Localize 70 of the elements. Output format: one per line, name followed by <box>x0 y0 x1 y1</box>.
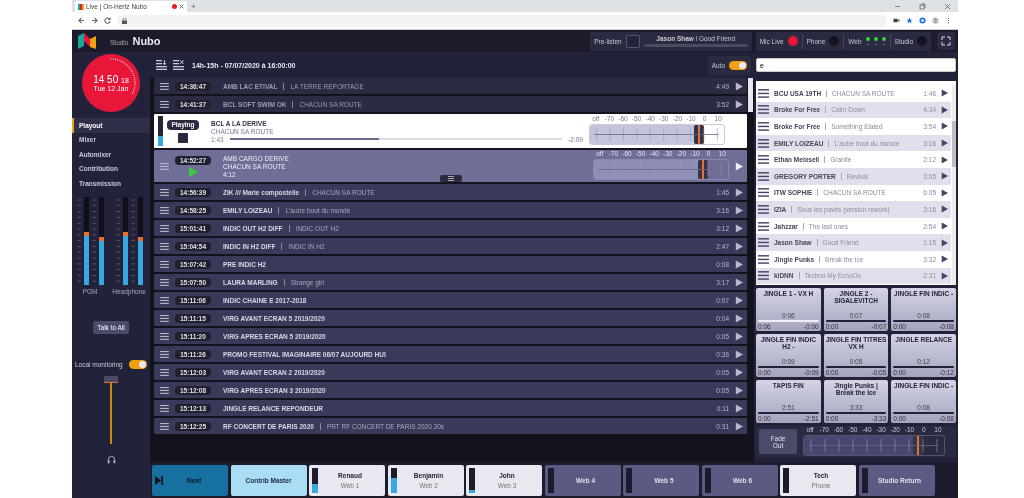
menu-icon <box>447 176 454 181</box>
add-to-playlist-icon[interactable] <box>156 60 167 70</box>
drag-handle-icon[interactable] <box>160 404 169 412</box>
camera-icon[interactable] <box>893 17 900 24</box>
new-tab-button[interactable]: + <box>191 2 196 12</box>
meter-scale-icon <box>76 196 83 285</box>
reload-icon[interactable] <box>104 17 111 24</box>
drag-handle-icon[interactable] <box>160 368 169 376</box>
drag-handle-icon[interactable] <box>160 224 169 232</box>
close-icon[interactable] <box>179 4 184 9</box>
address-field[interactable] <box>117 14 887 27</box>
drag-handle-icon[interactable] <box>758 221 769 231</box>
drag-handle-icon[interactable] <box>758 88 769 98</box>
meter-scale-icon <box>91 196 98 285</box>
drag-handle-icon[interactable] <box>758 138 769 148</box>
drag-handle-icon[interactable] <box>160 350 169 358</box>
drag-handle-icon[interactable] <box>758 122 769 131</box>
drag-handle-icon[interactable] <box>160 188 169 196</box>
app-name: Nubo <box>132 35 161 47</box>
drag-handle-icon[interactable] <box>160 422 169 430</box>
fullscreen-icon[interactable] <box>937 32 955 50</box>
level-meter <box>626 467 632 493</box>
headphones-icon <box>106 454 116 464</box>
drag-handle-icon[interactable] <box>758 171 769 181</box>
meter-scale-icon <box>130 196 137 285</box>
drag-handle-icon[interactable] <box>160 386 169 394</box>
level-meter <box>704 467 711 493</box>
drag-handle-icon[interactable] <box>758 105 769 115</box>
extension-icon[interactable] <box>919 17 926 24</box>
drag-handle-icon[interactable] <box>160 332 169 340</box>
drag-handle-icon[interactable] <box>758 188 769 198</box>
clear-playlist-icon[interactable] <box>173 60 184 70</box>
drag-handle-icon[interactable] <box>160 260 169 268</box>
minimize-icon[interactable] <box>894 3 901 10</box>
drag-handle-icon[interactable] <box>160 278 169 286</box>
avatar-icon[interactable] <box>932 17 939 24</box>
level-meter <box>547 467 554 493</box>
drag-handle-icon[interactable] <box>758 204 769 214</box>
drag-handle-icon[interactable] <box>758 238 769 248</box>
drag-handle-icon[interactable] <box>758 155 769 165</box>
meter-scale-icon <box>115 196 122 285</box>
drag-handle-icon[interactable] <box>160 162 169 170</box>
scrollbar[interactable] <box>952 85 956 285</box>
back-icon[interactable] <box>78 17 85 24</box>
star-icon[interactable] <box>906 17 913 24</box>
level-meter <box>783 467 789 493</box>
play-icon[interactable] <box>735 161 743 171</box>
drag-handle-icon[interactable] <box>758 271 769 281</box>
favicon-icon <box>78 3 84 10</box>
auto-toggle[interactable] <box>729 60 747 70</box>
logo-icon <box>78 33 96 49</box>
volume-thumb[interactable] <box>104 375 118 383</box>
drag-handle-icon[interactable] <box>160 100 169 108</box>
level-meter <box>861 467 868 493</box>
drag-handle-icon[interactable] <box>160 82 169 90</box>
close-icon[interactable] <box>944 3 951 10</box>
forward-icon[interactable] <box>91 17 98 24</box>
recording-icon <box>172 4 177 9</box>
more-icon[interactable] <box>945 17 952 24</box>
scrollbar[interactable] <box>748 78 753 112</box>
stop-button[interactable] <box>178 132 188 143</box>
resize-handle[interactable] <box>439 175 462 182</box>
skip-next-icon <box>155 475 163 485</box>
lock-icon <box>122 17 127 24</box>
monitoring-toggle[interactable] <box>129 359 147 369</box>
drag-handle-icon[interactable] <box>160 296 169 304</box>
drag-handle-icon[interactable] <box>160 242 169 250</box>
drag-handle-icon[interactable] <box>758 254 769 264</box>
drag-handle-icon[interactable] <box>160 314 169 322</box>
drag-handle-icon[interactable] <box>160 206 169 214</box>
